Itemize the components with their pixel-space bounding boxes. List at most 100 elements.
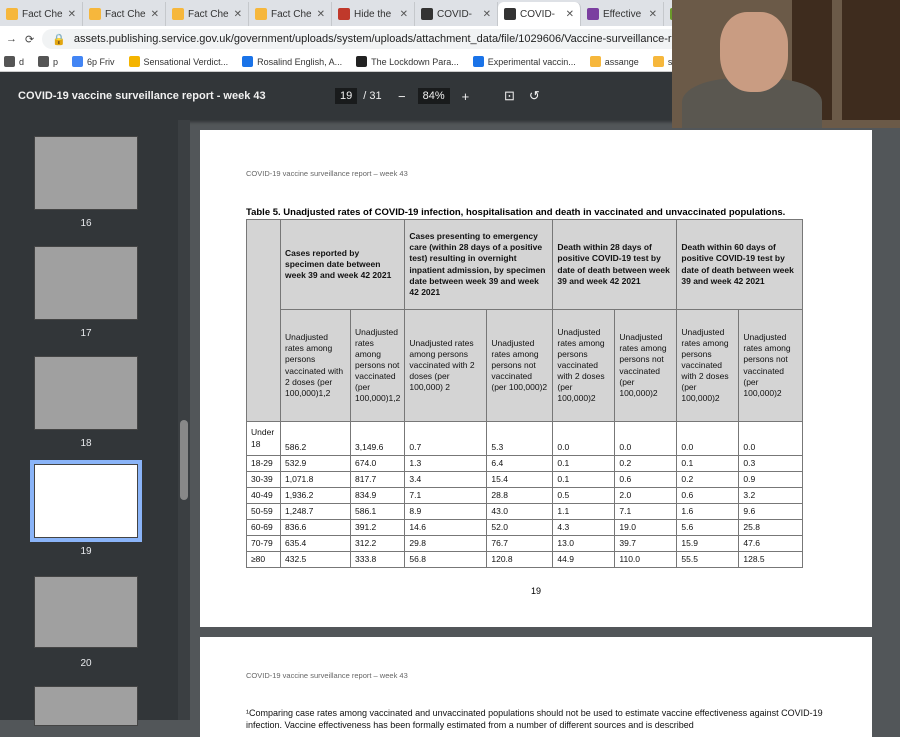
table-cell: 13.0	[552, 535, 616, 553]
browser-tab[interactable]: Hide the ✕	[332, 2, 415, 26]
page-thumbnail[interactable]	[30, 460, 142, 542]
bookmark-item[interactable]: p	[38, 56, 58, 67]
zoom-out-icon[interactable]: −	[398, 89, 406, 104]
age-group-cell: 60-69	[246, 519, 281, 537]
sidebar-scrollbar[interactable]	[178, 120, 190, 720]
table-cell: 56.8	[404, 551, 488, 569]
page-thumbnail[interactable]	[34, 246, 138, 320]
close-icon[interactable]: ✕	[151, 9, 159, 20]
bookmark-item[interactable]: d	[4, 56, 24, 67]
browser-tab[interactable]: COVID- ✕	[498, 2, 581, 26]
table-cell: 432.5	[280, 551, 351, 569]
scrollbar-thumb[interactable]	[180, 420, 188, 500]
bookmark-icon	[72, 56, 84, 67]
table-cell: 0.3	[738, 454, 804, 473]
bookmark-icon	[4, 56, 15, 67]
bookmark-label: Sensational Verdict...	[143, 56, 229, 67]
close-icon[interactable]: ✕	[234, 9, 242, 20]
table-cell: 29.8	[404, 535, 488, 553]
group-header: Cases presenting to emergency care (with…	[404, 219, 554, 310]
age-group-cell: 18-29	[246, 454, 281, 473]
table-cell: 3.2	[738, 487, 804, 505]
webcam-overlay	[672, 0, 900, 128]
browser-tab[interactable]: Fact Che ✕	[0, 2, 83, 26]
close-icon[interactable]: ✕	[649, 9, 657, 20]
browser-tab[interactable]: Effective ✕	[581, 2, 664, 26]
bookmark-item[interactable]: Experimental vaccin...	[472, 56, 576, 67]
page-number-input[interactable]: 19	[335, 88, 358, 104]
favicon-icon	[587, 8, 599, 20]
table-cell: 0.1	[552, 471, 616, 489]
table-cell: 0.0	[676, 421, 740, 456]
thumbnail-page-number: 20	[80, 658, 92, 669]
browser-tab[interactable]: COVID- ✕	[415, 2, 498, 26]
page-number: 19	[530, 586, 541, 596]
tab-title: Fact Che	[271, 8, 312, 20]
reload-icon[interactable]: ⟳	[25, 33, 34, 46]
bookmark-item[interactable]: assange	[589, 56, 639, 67]
bookmark-icon	[472, 56, 484, 67]
tab-title: COVID-	[437, 8, 472, 20]
browser-tab[interactable]: Fact Che ✕	[83, 2, 166, 26]
bookmark-item[interactable]: Rosalind English, A...	[242, 56, 342, 67]
page-thumbnail[interactable]	[34, 356, 138, 430]
tab-title: COVID-	[520, 8, 555, 20]
rotate-icon[interactable]: ↺	[529, 88, 540, 104]
page-total: / 31	[363, 90, 382, 102]
age-group-cell: 50-59	[246, 503, 281, 521]
table-cell: 0.9	[738, 471, 804, 489]
table-cell: 1.3	[404, 454, 488, 473]
table-row: 40-49 1,936.2 834.9 7.1 28.8 0.5 2.0 0.6 3.2	[246, 487, 804, 505]
page-thumbnail[interactable]	[34, 686, 138, 726]
table-cell: 5.6	[676, 519, 740, 537]
bookmark-icon	[589, 56, 601, 67]
bookmark-item[interactable]: 6p Friv	[72, 56, 115, 67]
close-icon[interactable]: ✕	[68, 9, 76, 20]
age-group-cell: Under 18	[246, 421, 281, 456]
close-icon[interactable]: ✕	[400, 9, 408, 20]
group-header: Cases reported by specimen date between …	[279, 219, 406, 310]
thumbnail-page-number: 16	[80, 218, 92, 229]
table-cell: 19.0	[614, 519, 678, 537]
browser-tab[interactable]: Fact Che ✕	[166, 2, 249, 26]
table-row: Under 18 586.2 3,149.6 0.7 5.3 0.0 0.0 0.0 0.0	[246, 421, 804, 456]
table-cell: 4.3	[552, 519, 616, 537]
zoom-in-icon[interactable]: +	[462, 89, 470, 104]
bookmark-item[interactable]: Sensational Verdict...	[128, 56, 229, 67]
group-header: Death within 28 days of positive COVID-1…	[552, 219, 678, 310]
table-cell: 0.5	[552, 487, 616, 505]
table-cell: 674.0	[349, 454, 406, 473]
bookmark-label: The Lockdown Para...	[371, 56, 459, 67]
bookmark-icon	[242, 56, 254, 67]
zoom-level-input[interactable]: 84%	[417, 88, 450, 104]
url-text: assets.publishing.service.gov.uk/governm…	[73, 33, 700, 45]
bookmark-label: d	[19, 56, 25, 67]
thumbnail-page-number: 17	[80, 328, 92, 339]
browser-tab[interactable]: Fact Che ✕	[249, 2, 332, 26]
page-thumbnail[interactable]	[34, 576, 138, 648]
close-icon[interactable]: ✕	[317, 9, 325, 20]
bookmark-item[interactable]: The Lockdown Para...	[356, 56, 459, 67]
data-table: Cases reported by specimen date between …	[246, 219, 804, 569]
age-group-cell: ≥80	[246, 551, 281, 569]
fit-page-icon[interactable]: ⊡	[504, 88, 515, 104]
zoom-controls: − 84% +	[398, 88, 469, 104]
close-icon[interactable]: ✕	[483, 9, 491, 20]
table-cell: 52.0	[486, 519, 554, 537]
table-cell: 6.4	[486, 454, 554, 473]
table-cell: 0.0	[614, 421, 678, 456]
table-cell: 7.1	[404, 487, 488, 505]
table-cell: 0.6	[676, 487, 740, 505]
table-cell: 1,936.2	[280, 487, 351, 505]
running-head: COVID-19 vaccine surveillance report – w…	[246, 671, 408, 680]
forward-icon[interactable]: →	[6, 33, 17, 45]
page-thumbnail[interactable]	[34, 136, 138, 210]
table-row: 50-59 1,248.7 586.1 8.9 43.0 1.1 7.1 1.6 9.6	[246, 503, 804, 521]
table-cell: 532.9	[280, 454, 351, 473]
bookmark-icon	[38, 56, 50, 67]
table-cell: 0.2	[614, 454, 678, 473]
close-icon[interactable]: ✕	[566, 9, 574, 20]
column-header: Unadjusted rates among persons not vacci…	[614, 309, 678, 422]
column-header: Unadjusted rates among persons not vacci…	[738, 309, 804, 422]
column-header: Unadjusted rates among persons vaccinate…	[676, 309, 740, 422]
